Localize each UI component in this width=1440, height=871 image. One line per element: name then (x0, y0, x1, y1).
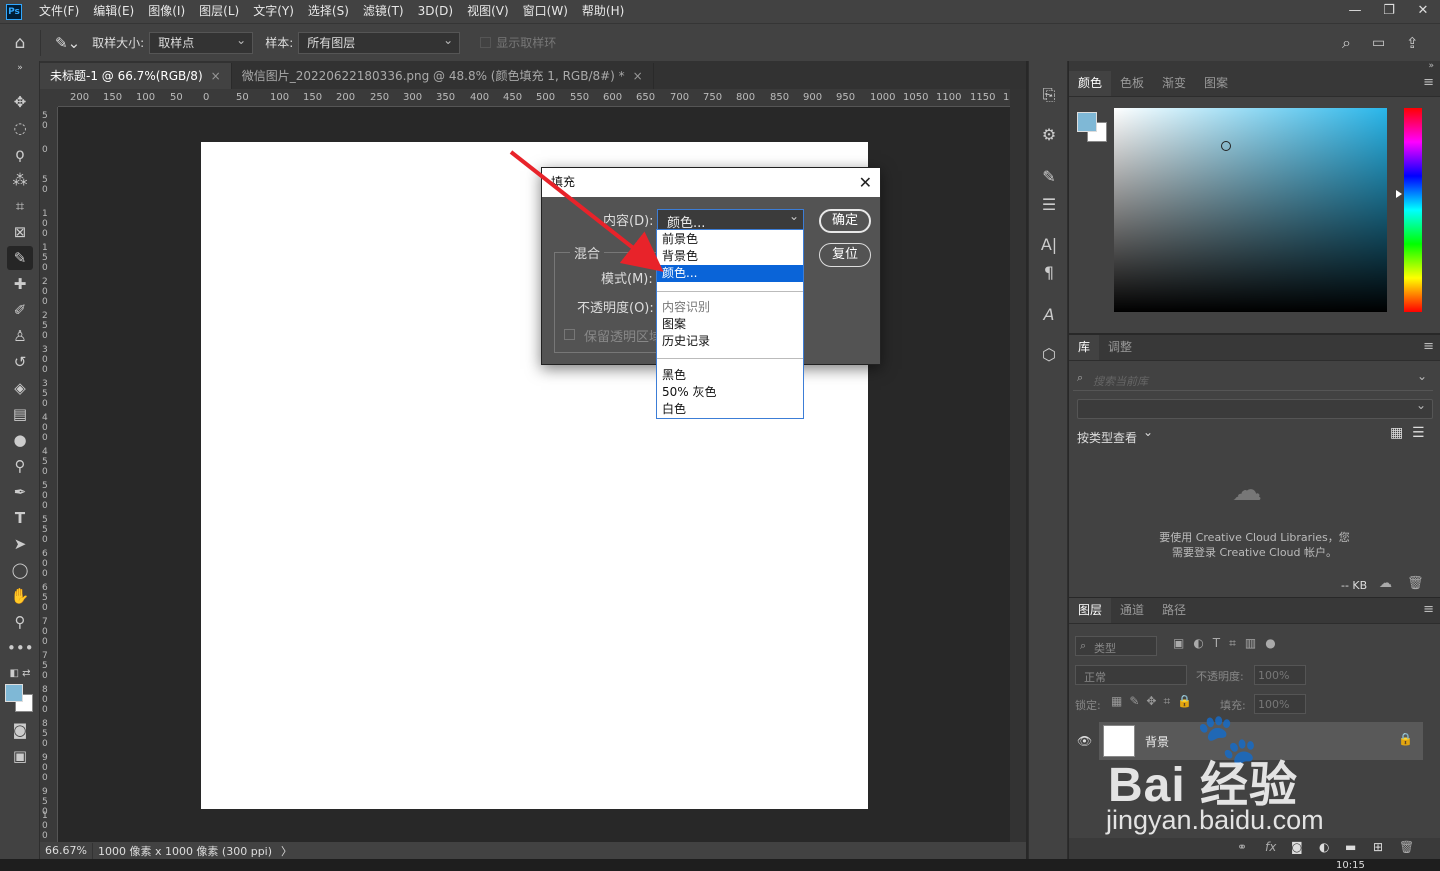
panel-menu-icon[interactable]: ≡ (1423, 339, 1434, 354)
layers-panel-tabs: 图层 通道 路径 ≡ (1069, 598, 1440, 624)
status-menu-arrow-icon[interactable]: 〉 (277, 843, 296, 859)
collapse-panels-icon[interactable]: » (1069, 61, 1440, 71)
foreground-color-swatch[interactable] (5, 684, 23, 702)
message-line-2: 需要登录 Creative Cloud 帐户。 (1171, 546, 1338, 559)
properties-panel-icon[interactable]: ⚙ (1037, 123, 1061, 147)
taskbar: 10:15 (0, 859, 1440, 871)
saturation-brightness-field[interactable] (1114, 108, 1387, 312)
tab-paths[interactable]: 路径 (1153, 598, 1195, 623)
status-bar: 66.67% 1000 像素 x 1000 像素 (300 ppi) 〉 (40, 842, 1026, 859)
panel-menu-icon[interactable]: ≡ (1423, 602, 1434, 617)
color-panel: » 颜色 色板 渐变 图案 ≡ (1069, 61, 1440, 333)
layer-lock-label: 锁定: (1075, 699, 1101, 712)
adjustment-layer-icon[interactable]: ◐ (1319, 840, 1329, 854)
tab-layers[interactable]: 图层 (1069, 598, 1112, 623)
message-line-1: 要使用 Creative Cloud Libraries，您 (1159, 531, 1350, 544)
add-mask-icon[interactable]: ◙ (1291, 840, 1303, 854)
tab-swatches[interactable]: 色板 (1111, 71, 1153, 96)
panel-icon-strip: ⎘ ⚙ ✎ ☰ A| ¶ A ⬡ (1028, 61, 1068, 859)
taskbar-time: 10:15 (1336, 860, 1365, 871)
tab-libraries[interactable]: 库 (1069, 335, 1100, 360)
tab-adjustments[interactable]: 调整 (1099, 335, 1141, 360)
color-picker-cursor[interactable] (1221, 141, 1231, 151)
cloud-sync-icon[interactable]: ☁ (1379, 576, 1392, 591)
panel-menu-icon[interactable]: ≡ (1423, 75, 1434, 90)
blend-mode-select[interactable]: 正常 (1075, 665, 1187, 685)
view-by-type-dropdown[interactable]: 按类型查看 (1077, 429, 1137, 446)
chevron-down-icon: ⌄ (1143, 425, 1154, 439)
hue-marker-icon (1396, 190, 1402, 198)
library-select[interactable]: ⌄ (1077, 398, 1433, 419)
library-size: -- KB (1341, 579, 1368, 592)
libraries-panel-tabs: 库 调整 ≡ (1069, 335, 1440, 361)
link-layers-icon[interactable]: ⚭ (1237, 840, 1247, 854)
layer-opacity-label: 不透明度: (1196, 670, 1244, 683)
color-panel-tabs: 颜色 色板 渐变 图案 ≡ (1069, 71, 1440, 97)
new-group-icon[interactable]: ▬ (1345, 840, 1356, 854)
layer-filter-select[interactable]: ⌕ 类型 (1075, 636, 1157, 656)
new-layer-icon[interactable]: ⊞ (1373, 840, 1383, 854)
history-panel-icon[interactable]: ⎘ (1037, 83, 1061, 107)
search-icon: ⌕ (1080, 639, 1087, 652)
tab-color[interactable]: 颜色 (1069, 71, 1112, 96)
paragraph-panel-icon[interactable]: ¶ (1037, 261, 1061, 285)
tab-channels[interactable]: 通道 (1111, 598, 1153, 623)
visibility-eye-icon[interactable]: 👁 (1077, 734, 1092, 748)
lock-icon: 🔒 (1398, 732, 1413, 746)
trash-icon[interactable]: 🗑 (1407, 576, 1424, 591)
tab-gradients[interactable]: 渐变 (1153, 71, 1195, 96)
lock-icons[interactable]: ▦✎✥⌗🔒 (1111, 694, 1199, 709)
chevron-down-icon: ⌄ (1415, 398, 1426, 412)
hue-slider[interactable] (1404, 108, 1422, 312)
baidu-jingyan-watermark: 🐾 Bai 经验 jingyan.baidu.com (1104, 710, 1374, 840)
layer-filter-value: 类型 (1094, 642, 1116, 655)
delete-layer-icon[interactable]: 🗑 (1399, 840, 1414, 854)
character-panel-icon[interactable]: A| (1037, 233, 1061, 257)
watermark-url: jingyan.baidu.com (1106, 805, 1324, 835)
zoom-level[interactable]: 66.67% (40, 844, 92, 857)
chevron-down-icon[interactable]: ⌄ (1417, 369, 1427, 383)
3d-panel-icon[interactable]: ⬡ (1037, 343, 1061, 367)
creative-cloud-offline-icon: ☁ (1232, 473, 1262, 508)
library-search-field[interactable]: ⌕ 搜索当前库 ⌄ (1073, 369, 1433, 391)
library-search-input[interactable]: 搜索当前库 (1093, 373, 1148, 389)
layer-fill-input[interactable]: 100% (1254, 694, 1306, 714)
search-icon: ⌕ (1077, 371, 1084, 384)
layer-filter-icons[interactable]: ▣◐T⌗▥● (1173, 636, 1285, 651)
brush-settings-icon[interactable]: ✎ (1037, 165, 1061, 189)
layers-footer: ⚭ fx ◙ ◐ ▬ ⊞ 🗑 (1069, 838, 1440, 859)
document-info: 1000 像素 x 1000 像素 (300 ppi) (91, 842, 277, 859)
layer-opacity-input[interactable]: 100% (1254, 665, 1306, 685)
panel-foreground-swatch[interactable] (1077, 112, 1097, 132)
library-signin-message: 要使用 Creative Cloud Libraries，您 需要登录 Crea… (1069, 530, 1440, 560)
tab-patterns[interactable]: 图案 (1195, 71, 1237, 96)
list-view-icon[interactable]: ☰ (1412, 425, 1425, 441)
glyphs-panel-icon[interactable]: A (1037, 303, 1061, 327)
fx-icon[interactable]: fx (1265, 840, 1276, 854)
libraries-panel: 库 调整 ≡ ⌕ 搜索当前库 ⌄ ⌄ 按类型查看 ⌄ ▦ ☰ ☁ 要使用 Cre… (1069, 335, 1440, 597)
grid-view-icon[interactable]: ▦ (1390, 425, 1403, 441)
blend-mode-value: 正常 (1084, 671, 1106, 684)
adjust-sliders-icon[interactable]: ☰ (1037, 193, 1061, 217)
